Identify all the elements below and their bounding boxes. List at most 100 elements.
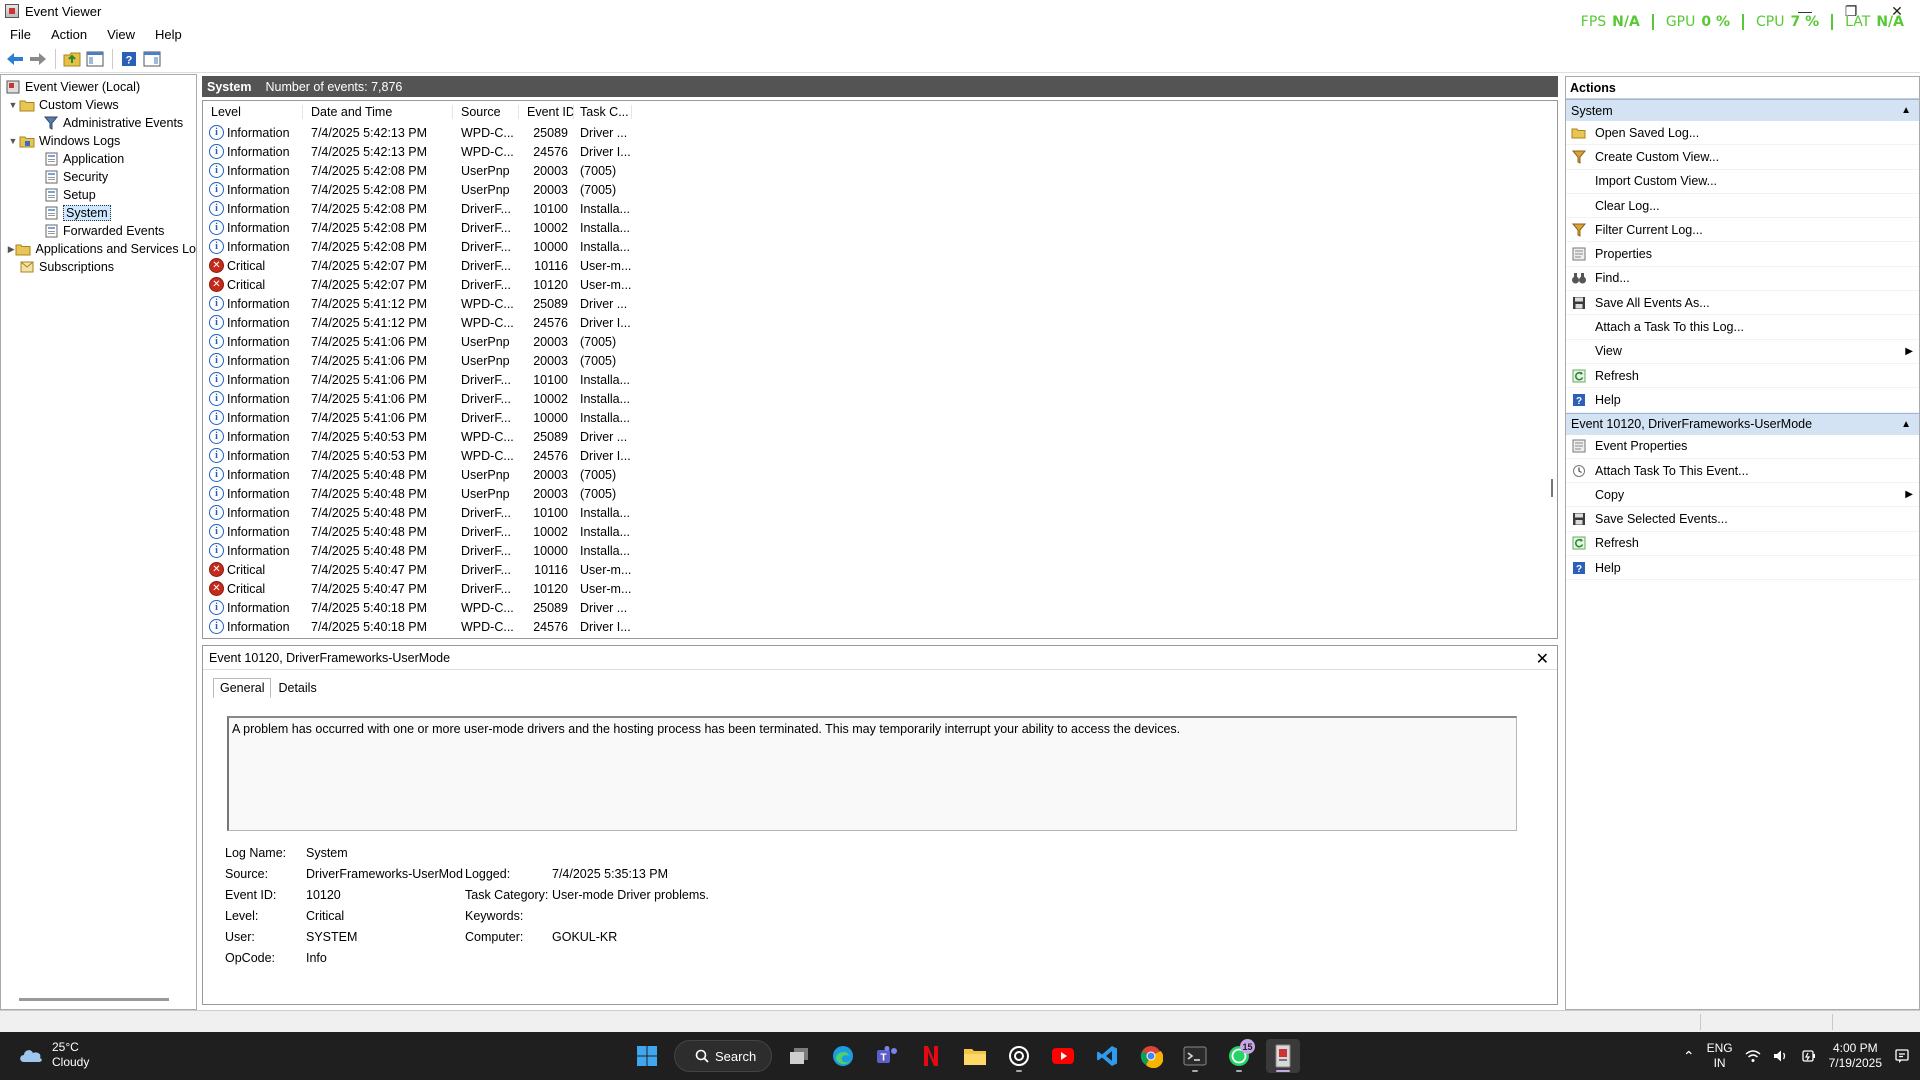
- action-help[interactable]: ? Help: [1566, 556, 1919, 581]
- table-row[interactable]: i Information 7/4/2025 5:40:48 PM UserPnp 20…: [203, 465, 1557, 484]
- action-attach-a-task-to-this-log[interactable]: Attach a Task To this Log...: [1566, 315, 1919, 340]
- table-row[interactable]: i Information 7/4/2025 5:41:12 PM WPD-C... 2…: [203, 313, 1557, 332]
- help-toolbar-button[interactable]: ?: [118, 48, 140, 70]
- table-row[interactable]: ✕ Critical 7/4/2025 5:40:47 PM DriverF... 10…: [203, 579, 1557, 598]
- table-row[interactable]: ✕ Critical 7/4/2025 5:42:07 PM DriverF... 10…: [203, 256, 1557, 275]
- table-row[interactable]: i Information 7/4/2025 5:42:08 PM DriverF..…: [203, 199, 1557, 218]
- show-hidden-icons-button[interactable]: ⌃: [1683, 1048, 1695, 1065]
- table-row[interactable]: i Information 7/4/2025 5:41:06 PM DriverF..…: [203, 408, 1557, 427]
- chatgpt-app[interactable]: [1002, 1039, 1036, 1073]
- start-button[interactable]: [630, 1039, 664, 1073]
- vscode-app[interactable]: [1090, 1039, 1124, 1073]
- action-view[interactable]: View ▶: [1566, 340, 1919, 364]
- file-explorer-app[interactable]: [958, 1039, 992, 1073]
- tree-item-windows-logs[interactable]: ▼ Windows Logs: [1, 132, 196, 150]
- action-import-custom-view[interactable]: Import Custom View...: [1566, 170, 1919, 194]
- menu-view[interactable]: View: [97, 27, 145, 42]
- column-header-date-time[interactable]: Date and Time: [303, 104, 453, 119]
- table-row[interactable]: i Information 7/4/2025 5:42:13 PM WPD-C... 2…: [203, 142, 1557, 161]
- actions-section-event[interactable]: Event 10120, DriverFrameworks-UserMode ▲: [1566, 412, 1919, 435]
- tree-item-administrative-events[interactable]: Administrative Events: [1, 114, 196, 132]
- chrome-app[interactable]: [1134, 1039, 1168, 1073]
- collapse-caret-icon[interactable]: ▲: [1901, 105, 1911, 116]
- notification-bell-icon[interactable]: [1894, 1048, 1910, 1064]
- teams-app[interactable]: T: [870, 1039, 904, 1073]
- tree-item-custom-views[interactable]: ▼ Custom Views: [1, 96, 196, 114]
- table-row[interactable]: i Information 7/4/2025 5:41:06 PM DriverF..…: [203, 370, 1557, 389]
- action-copy[interactable]: Copy ▶: [1566, 483, 1919, 508]
- action-attach-task-to-this-event[interactable]: Attach Task To This Event...: [1566, 459, 1919, 484]
- volume-icon[interactable]: [1773, 1049, 1789, 1063]
- table-row[interactable]: i Information 7/4/2025 5:41:06 PM UserPnp 20…: [203, 351, 1557, 370]
- table-row[interactable]: i Information 7/4/2025 5:41:06 PM UserPnp 20…: [203, 332, 1557, 351]
- collapse-caret-icon[interactable]: ▲: [1901, 419, 1911, 430]
- youtube-app[interactable]: [1046, 1039, 1080, 1073]
- action-clear-log[interactable]: Clear Log...: [1566, 194, 1919, 219]
- table-row[interactable]: i Information 7/4/2025 5:42:08 PM DriverF..…: [203, 237, 1557, 256]
- table-row[interactable]: ✕ Critical 7/4/2025 5:40:47 PM DriverF... 10…: [203, 560, 1557, 579]
- forward-button[interactable]: [27, 48, 49, 70]
- action-event-properties[interactable]: Event Properties: [1566, 435, 1919, 459]
- table-row[interactable]: i Information 7/4/2025 5:40:53 PM WPD-C... 2…: [203, 446, 1557, 465]
- table-row[interactable]: i Information 7/4/2025 5:40:48 PM DriverF..…: [203, 522, 1557, 541]
- table-row[interactable]: i Information 7/4/2025 5:40:53 PM WPD-C... 2…: [203, 427, 1557, 446]
- table-row[interactable]: i Information 7/4/2025 5:41:12 PM WPD-C... 2…: [203, 294, 1557, 313]
- action-refresh[interactable]: Refresh: [1566, 364, 1919, 389]
- table-row[interactable]: i Information 7/4/2025 5:40:48 PM DriverF..…: [203, 541, 1557, 560]
- battery-icon[interactable]: [1801, 1049, 1817, 1063]
- event-description[interactable]: A problem has occurred with one or more …: [227, 716, 1517, 831]
- table-row[interactable]: i Information 7/4/2025 5:42:08 PM DriverF..…: [203, 218, 1557, 237]
- table-row[interactable]: i Information 7/4/2025 5:42:13 PM WPD-C... 2…: [203, 123, 1557, 142]
- whatsapp-app[interactable]: 15: [1222, 1039, 1256, 1073]
- vertical-scrollbar[interactable]: [1551, 479, 1553, 497]
- tab-details[interactable]: Details: [271, 678, 323, 698]
- action-save-selected-events[interactable]: Save Selected Events...: [1566, 507, 1919, 532]
- taskbar-search[interactable]: Search: [674, 1040, 772, 1072]
- netflix-app[interactable]: [914, 1039, 948, 1073]
- table-row[interactable]: i Information 7/4/2025 5:40:48 PM DriverF..…: [203, 503, 1557, 522]
- show-hide-console-tree-button[interactable]: [84, 48, 106, 70]
- tree-item-forwarded-events[interactable]: Forwarded Events: [1, 222, 196, 240]
- collapse-chevron-icon[interactable]: ▼: [7, 100, 19, 110]
- tree-item-application[interactable]: Application: [1, 150, 196, 168]
- tree-item-security[interactable]: Security: [1, 168, 196, 186]
- close-detail-button[interactable]: ✕: [1536, 649, 1549, 669]
- horizontal-scrollbar[interactable]: [19, 998, 169, 1001]
- action-properties[interactable]: Properties: [1566, 242, 1919, 267]
- action-save-all-events-as[interactable]: Save All Events As...: [1566, 291, 1919, 316]
- table-row[interactable]: i Information 7/4/2025 5:40:48 PM UserPnp 20…: [203, 484, 1557, 503]
- action-open-saved-log[interactable]: Open Saved Log...: [1566, 121, 1919, 146]
- table-row[interactable]: i Information 7/4/2025 5:40:18 PM WPD-C... 2…: [203, 617, 1557, 636]
- table-row[interactable]: i Information 7/4/2025 5:42:08 PM UserPnp 20…: [203, 161, 1557, 180]
- actions-section-system[interactable]: System ▲: [1566, 99, 1919, 121]
- tree-item-root[interactable]: Event Viewer (Local): [1, 78, 196, 96]
- event-viewer-taskbar-app[interactable]: [1266, 1039, 1300, 1073]
- edge-app[interactable]: [826, 1039, 860, 1073]
- menu-help[interactable]: Help: [145, 27, 192, 42]
- up-folder-button[interactable]: [61, 48, 83, 70]
- table-row[interactable]: i Information 7/4/2025 5:42:08 PM UserPnp 20…: [203, 180, 1557, 199]
- action-help[interactable]: ? Help: [1566, 388, 1919, 413]
- show-action-pane-button[interactable]: [141, 48, 163, 70]
- clock[interactable]: 4:00 PM 7/19/2025: [1829, 1041, 1882, 1071]
- language-indicator[interactable]: ENG IN: [1707, 1041, 1733, 1071]
- weather-widget[interactable]: 25°C Cloudy: [18, 1040, 89, 1070]
- tree-item-system[interactable]: System: [1, 204, 196, 222]
- action-create-custom-view[interactable]: Create Custom View...: [1566, 145, 1919, 170]
- tree-item-applications-and-services[interactable]: ▶ Applications and Services Lo: [1, 240, 196, 258]
- tree-item-subscriptions[interactable]: Subscriptions: [1, 258, 196, 276]
- task-view-button[interactable]: [782, 1039, 816, 1073]
- column-header-level[interactable]: Level: [203, 104, 303, 119]
- menu-action[interactable]: Action: [41, 27, 97, 42]
- wifi-icon[interactable]: [1745, 1049, 1761, 1063]
- table-row[interactable]: i Information 7/4/2025 5:40:18 PM WPD-C... 2…: [203, 598, 1557, 617]
- column-header-task-category[interactable]: Task C...: [574, 104, 632, 119]
- terminal-app[interactable]: [1178, 1039, 1212, 1073]
- action-filter-current-log[interactable]: Filter Current Log...: [1566, 218, 1919, 243]
- table-row[interactable]: i Information 7/4/2025 5:41:06 PM DriverF..…: [203, 389, 1557, 408]
- tree-item-setup[interactable]: Setup: [1, 186, 196, 204]
- action-refresh[interactable]: Refresh: [1566, 532, 1919, 557]
- column-header-source[interactable]: Source: [453, 104, 519, 119]
- column-header-event-id[interactable]: Event ID: [519, 104, 574, 119]
- back-button[interactable]: [4, 48, 26, 70]
